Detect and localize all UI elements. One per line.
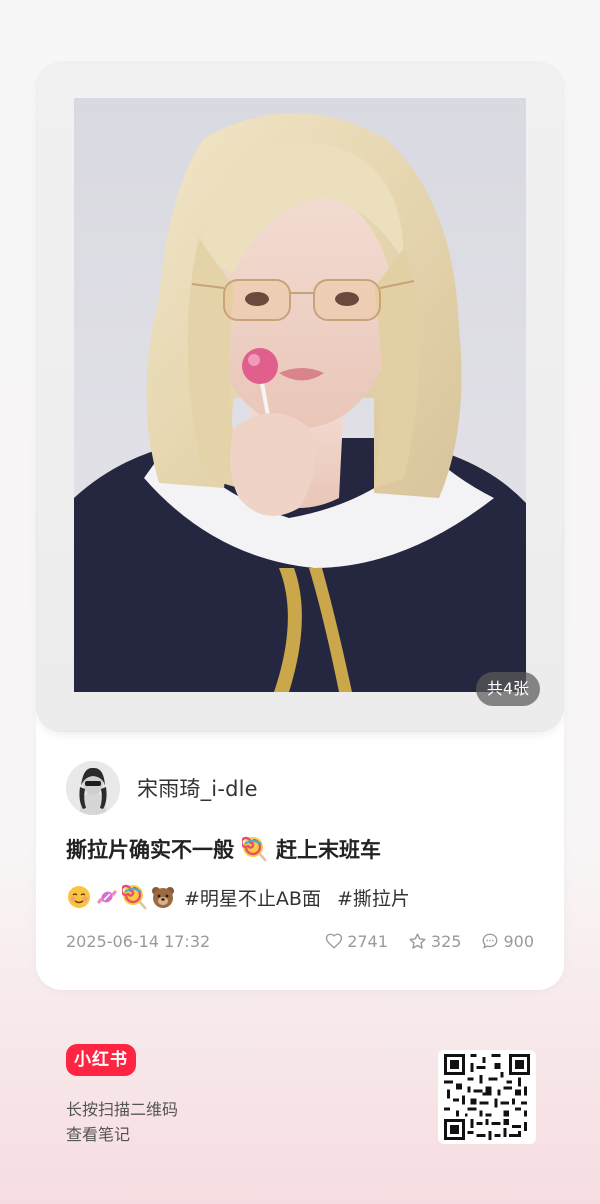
star-icon (409, 933, 426, 949)
post-date: 2025-06-14 17:32 (66, 931, 211, 951)
favorite-count: 325 (430, 931, 462, 951)
smiling-face-icon (66, 884, 92, 910)
hashtag-link[interactable]: #明星不止AB面 (184, 884, 321, 911)
bear-face-icon (150, 884, 176, 910)
qr-code[interactable] (438, 1050, 536, 1144)
heart-icon (326, 933, 343, 949)
lollipop-icon (242, 836, 268, 862)
candy-icon (94, 884, 120, 910)
note-photo[interactable] (74, 98, 526, 692)
qr-code-icon (444, 1054, 530, 1140)
meta-row: 2025-06-14 17:32 2741 325 900 (66, 928, 534, 954)
favorite-stat[interactable]: 325 (408, 931, 462, 951)
note-title: 撕拉片确实不一般 赶上末班车 (66, 834, 381, 864)
note-card[interactable]: 共4张 宋雨琦_i-dle 撕拉片确实不一般 赶上末班车 #明星不止AB面 #撕… (36, 62, 564, 990)
comment-icon (483, 933, 498, 949)
author-row[interactable]: 宋雨琦_i-dle (66, 760, 258, 816)
title-text-part1: 撕拉片确实不一般 (66, 838, 234, 862)
xiaohongshu-logo: 小红书 (66, 1044, 136, 1076)
like-count: 2741 (347, 931, 388, 951)
comment-count: 900 (503, 931, 534, 951)
like-stat[interactable]: 2741 (325, 932, 388, 951)
image-count-badge: 共4张 (475, 672, 540, 706)
author-name[interactable]: 宋雨琦_i-dle (137, 773, 258, 803)
scan-hint: 长按扫描二维码 查看笔记 (66, 1097, 178, 1147)
hashtag-link[interactable]: #撕拉片 (337, 884, 410, 911)
scan-hint-line2: 查看笔记 (66, 1125, 131, 1144)
lollipop-icon (122, 884, 148, 910)
tags-row: #明星不止AB面 #撕拉片 (66, 880, 420, 914)
title-text-part2: 赶上末班车 (276, 838, 381, 862)
avatar[interactable] (66, 761, 120, 815)
avatar-image (66, 761, 120, 815)
comment-stat[interactable]: 900 (481, 932, 534, 951)
polaroid-frame: 共4张 (36, 62, 564, 732)
portrait-illustration (74, 98, 526, 692)
scan-hint-line1: 长按扫描二维码 (66, 1100, 179, 1119)
